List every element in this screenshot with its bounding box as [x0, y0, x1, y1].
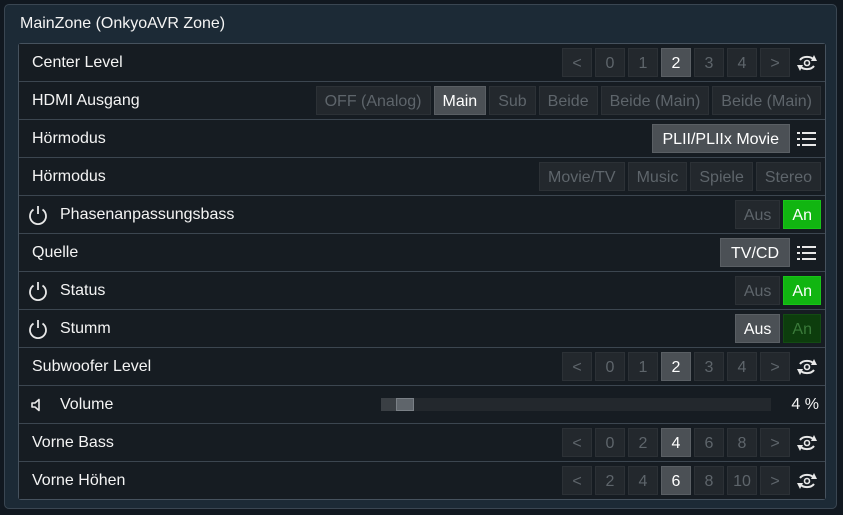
value-button[interactable]: 4 — [727, 352, 757, 381]
row-subwoofer-level: Subwoofer Level < 0 1 2 3 4 > — [19, 348, 825, 386]
off-button[interactable]: Aus — [734, 200, 781, 229]
row-label: Vorne Höhen — [32, 472, 126, 489]
refresh-icon[interactable] — [793, 428, 821, 457]
option-button[interactable]: Music — [627, 162, 688, 191]
off-button[interactable]: Aus — [734, 276, 781, 305]
value-button[interactable]: 2 — [628, 428, 658, 457]
next-button[interactable]: > — [760, 428, 790, 457]
prev-button[interactable]: < — [562, 48, 592, 77]
value-button[interactable]: 8 — [694, 466, 724, 495]
volume-value: 4 % — [791, 396, 819, 413]
option-button[interactable]: Stereo — [755, 162, 821, 191]
next-button[interactable]: > — [760, 48, 790, 77]
next-button[interactable]: > — [760, 352, 790, 381]
select-control: TV/CD — [717, 238, 821, 267]
option-button[interactable]: Beide (Main) — [712, 86, 821, 115]
row-label: Stumm — [60, 320, 111, 337]
value-button[interactable]: 1 — [628, 48, 658, 77]
row-label: Subwoofer Level — [32, 358, 152, 375]
next-button[interactable]: > — [760, 466, 790, 495]
value-button[interactable]: 0 — [595, 48, 625, 77]
volume-slider[interactable] — [381, 398, 771, 411]
toggle-group: Aus An — [732, 314, 821, 343]
current-value-button[interactable]: PLII/PLIIx Movie — [651, 124, 790, 153]
refresh-icon[interactable] — [793, 466, 821, 495]
value-button[interactable]: 3 — [694, 352, 724, 381]
option-button[interactable]: Beide (Main) — [600, 86, 710, 115]
prev-button[interactable]: < — [562, 428, 592, 457]
power-icon — [27, 318, 49, 340]
option-button-selected[interactable]: Main — [433, 86, 487, 115]
row-label: HDMI Ausgang — [32, 92, 140, 109]
option-button[interactable]: Spiele — [690, 162, 753, 191]
level-selector: < 2 4 6 8 10 > — [559, 466, 821, 495]
volume-slider-fill — [381, 398, 396, 411]
zone-panel: MainZone (OnkyoAVR Zone) Center Level < … — [4, 4, 837, 509]
current-value-button[interactable]: TV/CD — [720, 238, 790, 267]
level-selector: < 0 1 2 3 4 > — [559, 352, 821, 381]
row-center-level: Center Level < 0 1 2 3 4 > — [19, 44, 825, 82]
speaker-icon — [27, 394, 49, 416]
value-button[interactable]: 6 — [694, 428, 724, 457]
row-vorne-hoehen: Vorne Höhen < 2 4 6 8 10 > — [19, 462, 825, 499]
option-group: OFF (Analog) Main Sub Beide Beide (Main)… — [313, 86, 821, 115]
value-button[interactable]: 0 — [595, 428, 625, 457]
on-button-active[interactable]: An — [783, 200, 821, 229]
row-label: Status — [60, 282, 106, 299]
row-stumm: Stumm Aus An — [19, 310, 825, 348]
value-button[interactable]: 4 — [727, 48, 757, 77]
value-button[interactable]: 8 — [727, 428, 757, 457]
option-button[interactable]: Sub — [489, 86, 536, 115]
row-label: Phasenanpassungsbass — [60, 206, 235, 223]
row-volume: Volume 4 % — [19, 386, 825, 424]
value-button[interactable]: 2 — [595, 466, 625, 495]
control-list: Center Level < 0 1 2 3 4 > HDMI Ausgang … — [18, 43, 826, 500]
row-label: Hörmodus — [32, 130, 106, 147]
list-icon[interactable] — [793, 238, 821, 267]
value-button-selected[interactable]: 2 — [661, 48, 691, 77]
row-label: Quelle — [32, 244, 79, 261]
select-control: PLII/PLIIx Movie — [649, 124, 822, 153]
level-selector: < 0 2 4 6 8 > — [559, 428, 821, 457]
option-group: Movie/TV Music Spiele Stereo — [536, 162, 821, 191]
off-button-active[interactable]: Aus — [734, 314, 781, 343]
row-quelle: Quelle TV/CD — [19, 234, 825, 272]
option-button[interactable]: Beide — [538, 86, 598, 115]
row-label: Vorne Bass — [32, 434, 114, 451]
volume-slider-thumb[interactable] — [396, 398, 414, 411]
on-button[interactable]: An — [783, 314, 821, 343]
list-icon[interactable] — [793, 124, 821, 153]
refresh-icon[interactable] — [793, 352, 821, 381]
row-hdmi-ausgang: HDMI Ausgang OFF (Analog) Main Sub Beide… — [19, 82, 825, 120]
toggle-group: Aus An — [732, 200, 821, 229]
row-hoermodus-select: Hörmodus PLII/PLIIx Movie — [19, 120, 825, 158]
option-button[interactable]: OFF (Analog) — [315, 86, 431, 115]
value-button[interactable]: 3 — [694, 48, 724, 77]
row-label: Hörmodus — [32, 168, 106, 185]
on-button-active[interactable]: An — [783, 276, 821, 305]
toggle-group: Aus An — [732, 276, 821, 305]
power-icon — [27, 204, 49, 226]
value-button[interactable]: 4 — [628, 466, 658, 495]
value-button[interactable]: 1 — [628, 352, 658, 381]
power-icon — [27, 280, 49, 302]
level-selector: < 0 1 2 3 4 > — [559, 48, 821, 77]
row-vorne-bass: Vorne Bass < 0 2 4 6 8 > — [19, 424, 825, 462]
prev-button[interactable]: < — [562, 352, 592, 381]
row-status: Status Aus An — [19, 272, 825, 310]
panel-title: MainZone (OnkyoAVR Zone) — [20, 15, 226, 32]
row-hoermodus-buttons: Hörmodus Movie/TV Music Spiele Stereo — [19, 158, 825, 196]
option-button[interactable]: Movie/TV — [539, 162, 625, 191]
refresh-icon[interactable] — [793, 48, 821, 77]
row-label: Center Level — [32, 54, 123, 71]
row-label: Volume — [60, 396, 114, 413]
prev-button[interactable]: < — [562, 466, 592, 495]
value-button[interactable]: 0 — [595, 352, 625, 381]
value-button-selected[interactable]: 2 — [661, 352, 691, 381]
value-button[interactable]: 10 — [727, 466, 757, 495]
row-phasenanpassungsbass: Phasenanpassungsbass Aus An — [19, 196, 825, 234]
value-button-selected[interactable]: 4 — [661, 428, 691, 457]
value-button-selected[interactable]: 6 — [661, 466, 691, 495]
